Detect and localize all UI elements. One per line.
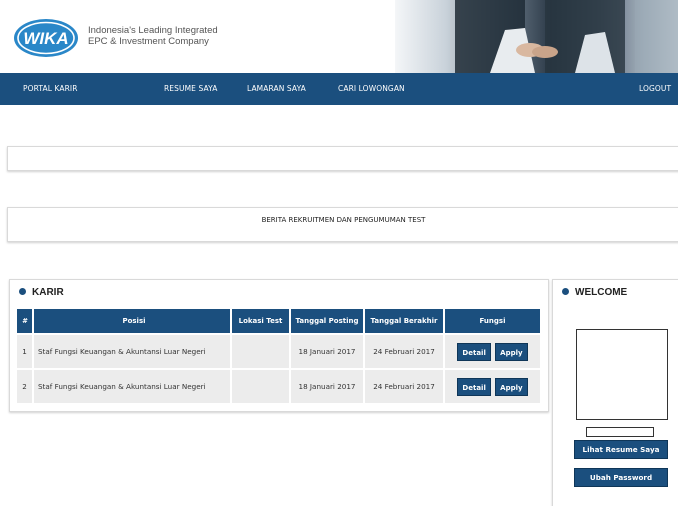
view-resume-button[interactable]: Lihat Resume Saya bbox=[574, 440, 668, 459]
row-fungsi: Detail Apply bbox=[445, 335, 540, 368]
nav-lamaran-saya[interactable]: LAMARAN SAYA bbox=[247, 73, 306, 105]
site-header: WIKA Indonesia's Leading Integrated EPC … bbox=[0, 0, 678, 73]
col-header-posting: Tanggal Posting bbox=[291, 309, 363, 333]
detail-button[interactable]: Detail bbox=[457, 342, 491, 361]
col-header-berakhir: Tanggal Berakhir bbox=[365, 309, 443, 333]
apply-button[interactable]: Apply bbox=[495, 342, 528, 361]
main-navbar: PORTAL KARIR RESUME SAYA LAMARAN SAYA CA… bbox=[0, 73, 678, 105]
row-number: 2 bbox=[17, 370, 32, 403]
jobs-table: # Posisi Lokasi Test Tanggal Posting Tan… bbox=[15, 307, 542, 405]
welcome-heading: WELCOME bbox=[562, 287, 627, 298]
col-header-posisi: Posisi bbox=[34, 309, 230, 333]
berita-panel: BERITA REKRUITMEN DAN PENGUMUMAN TEST bbox=[7, 207, 678, 242]
col-header-fungsi: Fungsi bbox=[445, 309, 540, 333]
col-header-lokasi: Lokasi Test bbox=[232, 309, 289, 333]
karir-panel: KARIR # Posisi Lokasi Test Tanggal Posti… bbox=[9, 279, 549, 412]
detail-button[interactable]: Detail bbox=[457, 377, 491, 396]
col-header-number: # bbox=[17, 309, 32, 333]
change-password-button[interactable]: Ubah Password bbox=[574, 468, 668, 487]
handshake-banner-image bbox=[395, 0, 678, 73]
bullet-icon bbox=[19, 288, 26, 295]
tagline-line-1: Indonesia's Leading Integrated bbox=[88, 25, 218, 36]
svg-text:WIKA: WIKA bbox=[23, 29, 68, 48]
company-tagline: Indonesia's Leading Integrated EPC & Inv… bbox=[88, 25, 218, 47]
berita-title: BERITA REKRUITMEN DAN PENGUMUMAN TEST bbox=[261, 216, 426, 224]
row-fungsi: Detail Apply bbox=[445, 370, 540, 403]
apply-button[interactable]: Apply bbox=[495, 377, 528, 396]
row-lokasi bbox=[232, 335, 289, 368]
table-row: 2 Staf Fungsi Keuangan & Akuntansi Luar … bbox=[17, 370, 540, 403]
row-posisi[interactable]: Staf Fungsi Keuangan & Akuntansi Luar Ne… bbox=[34, 335, 230, 368]
user-name-box bbox=[586, 427, 654, 437]
row-number: 1 bbox=[17, 335, 32, 368]
row-posting: 18 Januari 2017 bbox=[291, 370, 363, 403]
welcome-title: WELCOME bbox=[575, 287, 628, 298]
row-lokasi bbox=[232, 370, 289, 403]
tagline-line-2: EPC & Investment Company bbox=[88, 36, 209, 47]
karir-heading: KARIR bbox=[19, 287, 64, 298]
nav-resume-saya[interactable]: RESUME SAYA bbox=[164, 73, 217, 105]
profile-photo-placeholder bbox=[576, 329, 668, 420]
row-berakhir: 24 Februari 2017 bbox=[365, 370, 443, 403]
row-posting: 18 Januari 2017 bbox=[291, 335, 363, 368]
table-row: 1 Staf Fungsi Keuangan & Akuntansi Luar … bbox=[17, 335, 540, 368]
karir-title: KARIR bbox=[32, 287, 64, 298]
wika-logo[interactable]: WIKA bbox=[13, 18, 79, 58]
empty-panel bbox=[7, 146, 678, 171]
nav-portal-karir[interactable]: PORTAL KARIR bbox=[23, 73, 78, 105]
row-posisi[interactable]: Staf Fungsi Keuangan & Akuntansi Luar Ne… bbox=[34, 370, 230, 403]
nav-logout[interactable]: LOGOUT bbox=[639, 73, 671, 105]
welcome-panel: WELCOME Lihat Resume Saya Ubah Password bbox=[552, 279, 678, 506]
nav-cari-lowongan[interactable]: CARI LOWONGAN bbox=[338, 73, 405, 105]
bullet-icon bbox=[562, 288, 569, 295]
row-berakhir: 24 Februari 2017 bbox=[365, 335, 443, 368]
table-header-row: # Posisi Lokasi Test Tanggal Posting Tan… bbox=[17, 309, 540, 333]
